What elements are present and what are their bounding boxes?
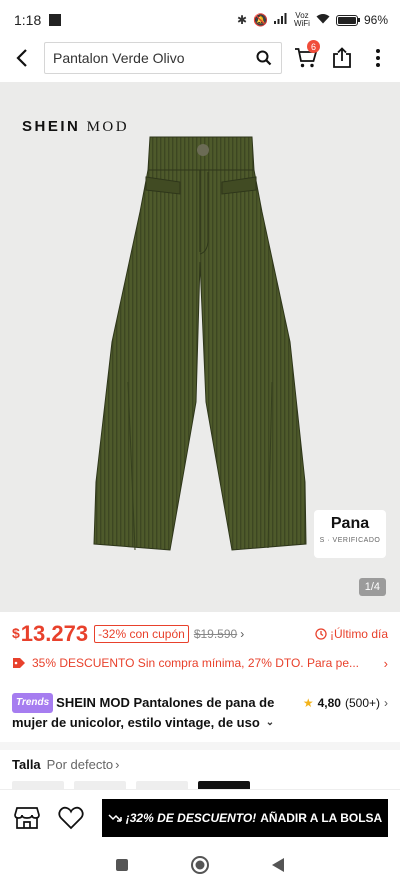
share-button[interactable]: [324, 40, 360, 76]
status-bar: 1:18 ✱ 🔕 Voz WiFi 96%: [0, 0, 400, 40]
price-row: $13.273 -32% con cupón $19.590 › ¡Último…: [12, 620, 388, 648]
more-vert-icon: [376, 49, 380, 67]
chevron-right-icon: ›: [384, 696, 388, 710]
size-options: [0, 781, 400, 789]
status-icons: ✱ 🔕 Voz WiFi 96%: [237, 12, 388, 28]
expand-chevron-icon[interactable]: ⌄: [266, 713, 274, 733]
trend-down-icon: [108, 813, 122, 822]
promo-banner[interactable]: 35% DESCUENTO Sin compra mínima, 27% DTO…: [12, 653, 388, 673]
last-day-label: ¡Último día: [315, 627, 388, 641]
add-to-bag-button[interactable]: ¡32% DE DESCUENTO! AÑADIR A LA BOLSA: [102, 798, 388, 837]
trends-badge: Trends: [12, 693, 54, 713]
section-divider: [0, 742, 400, 750]
original-price: $19.590: [193, 627, 238, 641]
home-circle-icon: [190, 855, 209, 874]
product-title-block[interactable]: Trends SHEIN MOD Pantalones de pana de ★…: [12, 693, 388, 733]
share-icon: [333, 47, 351, 68]
cart-count-badge: 6: [307, 40, 320, 53]
store-button[interactable]: [10, 801, 44, 835]
battery-icon: [335, 14, 360, 26]
current-price: $13.273: [12, 621, 89, 646]
back-button[interactable]: [0, 40, 44, 76]
search-input[interactable]: [53, 50, 255, 66]
volte-label: Voz WiFi: [293, 11, 310, 28]
size-chip[interactable]: [136, 781, 188, 789]
size-chip[interactable]: [12, 781, 64, 789]
star-icon: ★: [302, 696, 314, 710]
mute-icon: 🔕: [253, 13, 268, 27]
wifi-icon: [316, 13, 330, 27]
size-chip[interactable]: [74, 781, 126, 789]
square-icon: [116, 858, 129, 871]
tag-icon: [13, 658, 25, 668]
back-nav-button[interactable]: [271, 857, 285, 878]
search-header: 6: [0, 40, 400, 76]
recents-button[interactable]: [115, 858, 129, 877]
more-options-button[interactable]: [360, 40, 396, 76]
chevron-right-icon: ›: [383, 655, 388, 671]
signal-icon: [273, 13, 288, 27]
wishlist-button[interactable]: [54, 801, 88, 835]
bottom-action-bar: ¡32% DE DESCUENTO! AÑADIR A LA BOLSA: [0, 789, 400, 845]
promo-text: 35% DESCUENTO Sin compra mínima, 27% DTO…: [32, 656, 360, 670]
size-sort-dropdown[interactable]: Por defecto: [47, 757, 114, 772]
size-chip-selected[interactable]: [198, 781, 250, 789]
size-selector-header: Talla Por defecto ›: [12, 757, 388, 772]
home-button[interactable]: [190, 855, 210, 880]
image-counter: 1/4: [358, 578, 386, 596]
triangle-back-icon: [271, 857, 284, 872]
size-label: Talla: [12, 757, 41, 772]
search-box[interactable]: [44, 42, 282, 74]
status-time: 1:18: [14, 12, 42, 28]
product-image-gallery[interactable]: SHEIN MOD Pana S · VERIFICADO 1/4: [0, 82, 400, 612]
clock-icon: [315, 628, 327, 640]
system-navigation-bar: [0, 845, 400, 889]
rating-summary[interactable]: ★ 4,80 (500+) ›: [303, 693, 388, 713]
battery-level: 96%: [363, 13, 388, 27]
product-title-line2: mujer de unicolor, estilo vintage, de us…: [12, 715, 260, 730]
notification-icon: [49, 14, 62, 26]
chevron-right-icon: ›: [115, 757, 120, 772]
cart-button[interactable]: 6: [288, 40, 324, 76]
search-icon[interactable]: [255, 49, 273, 67]
coupon-discount-badge: -32% con cupón: [94, 625, 189, 643]
store-icon: [14, 806, 40, 829]
product-title-line1: SHEIN MOD Pantalones de pana de: [56, 695, 275, 710]
chevron-right-icon[interactable]: ›: [240, 627, 244, 641]
back-arrow-icon: [16, 49, 27, 67]
bluetooth-icon: ✱: [236, 13, 248, 27]
heart-icon: [58, 806, 84, 829]
material-badge: Pana S · VERIFICADO: [314, 510, 386, 558]
